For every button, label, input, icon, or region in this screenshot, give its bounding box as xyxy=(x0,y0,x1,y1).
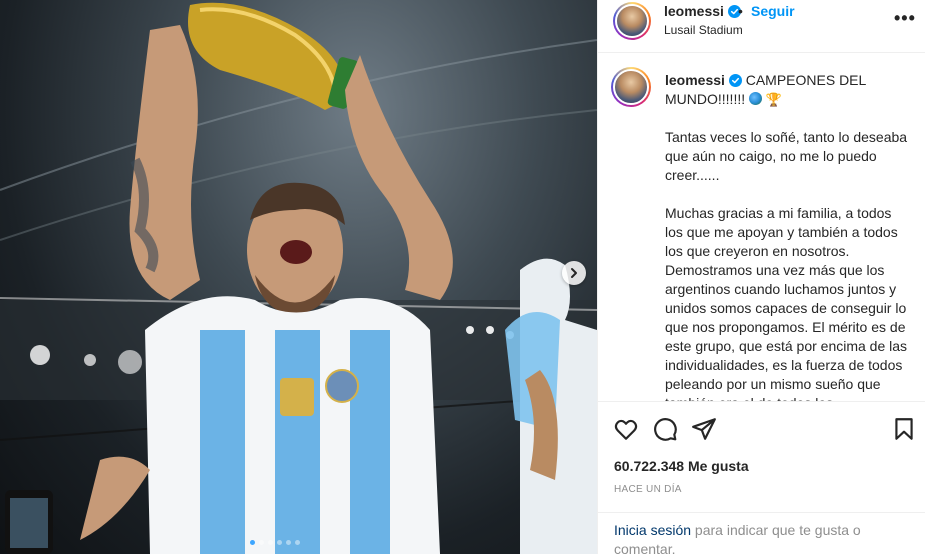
username-text: leomessi xyxy=(664,3,724,19)
caption-paragraph: Muchas gracias a mi familia, a todos los… xyxy=(665,205,908,401)
share-icon[interactable] xyxy=(691,416,717,442)
location-link[interactable]: Lusail Stadium xyxy=(664,23,743,37)
post-header: leomessi • Seguir Lusail Stadium ••• xyxy=(598,0,925,53)
follow-button[interactable]: Seguir xyxy=(751,3,795,19)
post-side-panel: leomessi • Seguir Lusail Stadium ••• leo… xyxy=(597,0,925,554)
login-link[interactable]: Inicia sesión xyxy=(614,522,691,538)
verified-badge-icon xyxy=(728,74,742,87)
separator-dot: • xyxy=(738,3,743,19)
caption-heading: leomessi CAMPEONES DEL MUNDO!!!!!!! 🏆 xyxy=(665,71,875,109)
caption-avatar[interactable] xyxy=(611,67,651,107)
post-photo[interactable] xyxy=(0,0,597,554)
caption-username[interactable]: leomessi xyxy=(665,72,725,88)
globe-emoji-icon xyxy=(749,92,763,105)
carousel-dot xyxy=(277,540,282,545)
trophy-emoji-icon: 🏆 xyxy=(765,92,783,107)
carousel-dot xyxy=(268,540,273,545)
carousel-indicator xyxy=(250,540,300,545)
chevron-right-icon xyxy=(571,268,577,278)
username-link[interactable]: leomessi xyxy=(664,3,741,19)
likes-count[interactable]: 60.722.348 Me gusta xyxy=(614,458,749,474)
post-timestamp[interactable]: HACE UN DÍA xyxy=(614,484,682,495)
bookmark-icon[interactable] xyxy=(891,416,917,442)
carousel-next-button[interactable] xyxy=(562,261,586,285)
heart-icon[interactable] xyxy=(613,416,639,442)
more-options-button[interactable]: ••• xyxy=(894,8,916,29)
comment-icon[interactable] xyxy=(652,416,678,442)
carousel-dot xyxy=(259,540,264,545)
carousel-dot xyxy=(295,540,300,545)
carousel-dot xyxy=(286,540,291,545)
caption-paragraph: Tantas veces lo soñé, tanto lo deseaba q… xyxy=(665,129,908,183)
carousel-dot xyxy=(250,540,255,545)
caption-area: leomessi CAMPEONES DEL MUNDO!!!!!!! 🏆 Ta… xyxy=(598,54,925,401)
login-prompt: Inicia sesión para indicar que te gusta … xyxy=(598,512,925,554)
avatar[interactable] xyxy=(613,2,651,40)
stadium-photo-illustration xyxy=(0,2,597,554)
post-actions: 60.722.348 Me gusta HACE UN DÍA Inicia s… xyxy=(598,401,925,554)
